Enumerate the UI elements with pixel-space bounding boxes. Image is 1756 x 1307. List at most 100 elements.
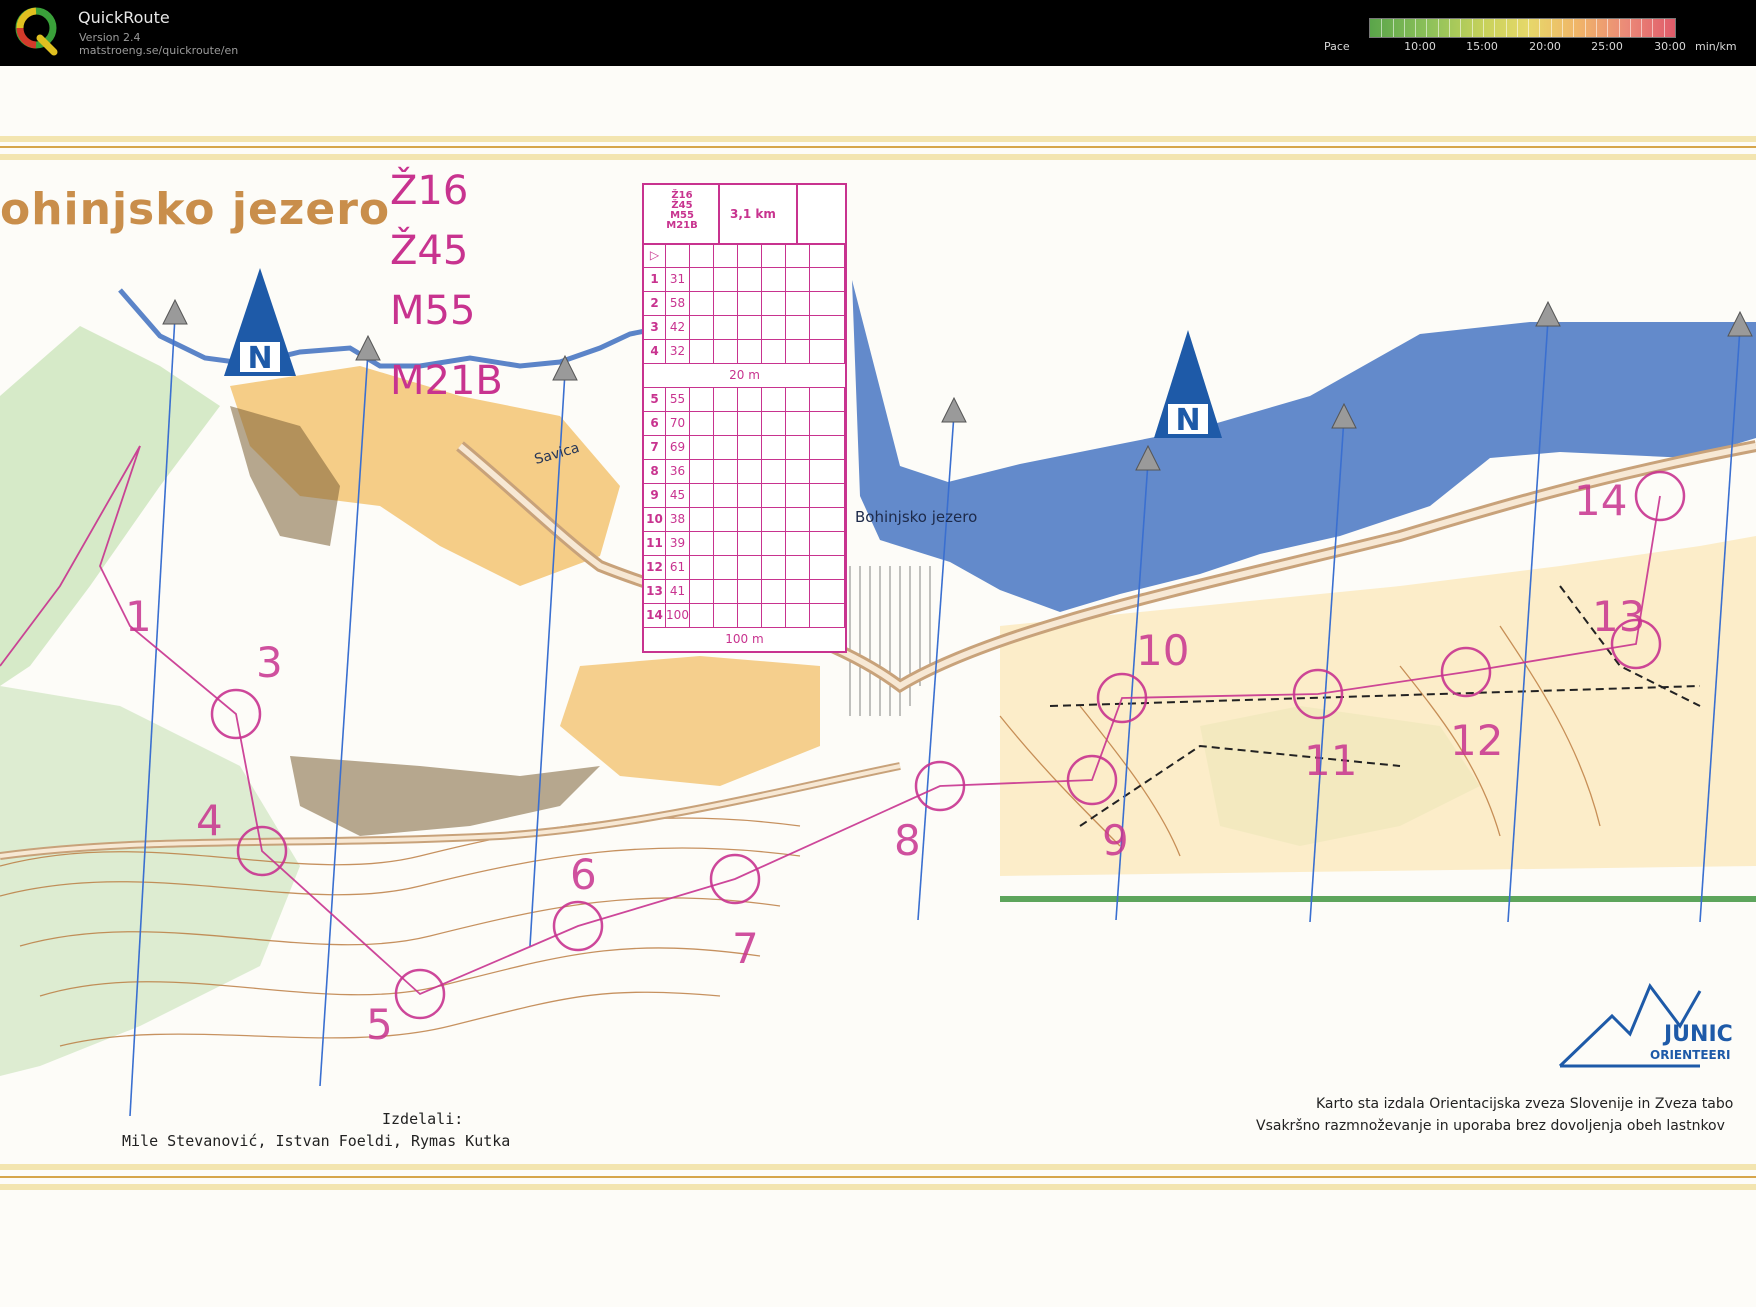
control-symbol-cell — [738, 435, 762, 459]
pace-scale-divider — [1528, 19, 1530, 37]
class-label: Ž16 — [390, 168, 469, 214]
control-symbol-cell — [714, 387, 738, 411]
pace-scale-divider — [1426, 19, 1428, 37]
control-code-cell: 42 — [666, 315, 690, 339]
river-shape — [118, 288, 651, 369]
control-symbol-cell — [762, 555, 786, 579]
control-symbol-cell — [786, 243, 810, 267]
control-symbol-cell — [762, 267, 786, 291]
control-code-cell: 36 — [666, 459, 690, 483]
pace-scale-divider — [1584, 19, 1586, 37]
control-symbol-cell — [786, 387, 810, 411]
control-number: 11 — [1304, 736, 1358, 785]
north-arrow-symbol: N — [1154, 330, 1222, 438]
control-seq-cell: ▷ — [644, 243, 666, 267]
quickroute-logo-icon — [15, 7, 58, 56]
control-description-row: 9 45 — [644, 483, 845, 508]
forest-area — [0, 686, 300, 1076]
control-description-row: 10 38 — [644, 507, 845, 532]
control-symbol-cell — [714, 243, 738, 267]
control-seq-cell: 9 — [644, 483, 666, 507]
control-symbol-cell — [738, 459, 762, 483]
pace-scale-divider — [1415, 19, 1417, 37]
control-description-row: 13 41 — [644, 579, 845, 604]
control-symbol-cell — [690, 555, 714, 579]
control-description-row: 12 61 — [644, 555, 845, 580]
control-symbol-cell — [738, 411, 762, 435]
control-symbol-cell — [738, 315, 762, 339]
taped-route-distance: 20 m — [729, 368, 760, 382]
top-border-band — [0, 154, 1756, 160]
control-symbol-cell — [810, 555, 845, 579]
control-number: 1 — [125, 592, 152, 641]
credits-heading: Izdelali: — [382, 1110, 464, 1128]
pace-tick: 25:00 — [1591, 40, 1623, 53]
control-symbol-cell — [762, 387, 786, 411]
app-url[interactable]: matstroeng.se/quickroute/en — [79, 44, 238, 57]
control-code-cell: 55 — [666, 387, 690, 411]
control-seq-cell: 11 — [644, 531, 666, 555]
control-code-cell: 58 — [666, 291, 690, 315]
control-symbol-cell — [810, 291, 845, 315]
control-symbol-cell — [786, 531, 810, 555]
control-symbol-cell — [690, 603, 714, 627]
control-seq-cell: 1 — [644, 267, 666, 291]
orienteering-map[interactable]: N N ohinjsko jezero Ž16 Ž45 M55 M21B Boh… — [0, 66, 1756, 1307]
control-symbol-cell — [786, 291, 810, 315]
pace-color-scale — [1369, 18, 1676, 38]
control-symbol-cell — [714, 603, 738, 627]
control-code-cell: 69 — [666, 435, 690, 459]
control-symbol-cell — [810, 579, 845, 603]
control-description-row: 1 31 — [644, 267, 845, 292]
north-arrow-symbol: N — [224, 268, 296, 376]
class-label: M55 — [390, 288, 476, 334]
control-symbol-cell — [690, 459, 714, 483]
control-description-row: 7 69 — [644, 435, 845, 460]
svg-text:N: N — [247, 341, 272, 376]
pace-scale-divider — [1437, 19, 1439, 37]
control-number: 5 — [366, 1000, 393, 1049]
control-symbol-cell — [810, 267, 845, 291]
control-symbol-cell — [786, 579, 810, 603]
control-description-classes: Ž16 Ž45 M55 M21B — [648, 191, 716, 231]
control-symbol-cell — [738, 243, 762, 267]
control-code-cell: 41 — [666, 579, 690, 603]
control-symbol-cell — [690, 315, 714, 339]
control-description-row: ▷ — [644, 243, 845, 268]
control-symbol-cell — [810, 435, 845, 459]
control-code-cell: 38 — [666, 507, 690, 531]
top-border-line — [0, 146, 1756, 148]
app-title: QuickRoute — [78, 8, 170, 27]
control-symbol-cell — [714, 315, 738, 339]
pace-scale-divider — [1573, 19, 1575, 37]
pace-tick: 10:00 — [1404, 40, 1436, 53]
control-symbol-cell — [690, 483, 714, 507]
control-number: 10 — [1136, 626, 1190, 675]
control-symbol-cell — [690, 411, 714, 435]
control-symbol-cell — [714, 507, 738, 531]
control-number: 3 — [256, 638, 283, 687]
control-seq-cell: 6 — [644, 411, 666, 435]
control-symbol-cell — [762, 531, 786, 555]
pace-scale-divider — [1641, 19, 1643, 37]
svg-text:N: N — [1175, 403, 1200, 438]
divider — [718, 185, 720, 243]
control-symbol-cell — [810, 459, 845, 483]
control-symbol-cell — [714, 339, 738, 363]
control-seq-cell: 14 — [644, 603, 666, 627]
control-symbol-cell — [738, 507, 762, 531]
control-symbol-cell — [714, 555, 738, 579]
control-code-cell — [666, 243, 690, 267]
control-symbol-cell — [762, 243, 786, 267]
pace-scale-divider — [1539, 19, 1541, 37]
credits-names: Mile Stevanović, Istvan Foeldi, Rymas Ku… — [122, 1132, 511, 1150]
pace-tick: 20:00 — [1529, 40, 1561, 53]
control-symbol-cell — [690, 531, 714, 555]
control-symbol-cell — [786, 267, 810, 291]
control-symbol-cell — [738, 267, 762, 291]
control-symbol-cell — [690, 387, 714, 411]
app-version: Version 2.4 — [79, 31, 141, 44]
taped-route-row: 20 m — [644, 363, 845, 388]
control-symbol-cell — [762, 603, 786, 627]
control-number: 14 — [1574, 476, 1628, 525]
